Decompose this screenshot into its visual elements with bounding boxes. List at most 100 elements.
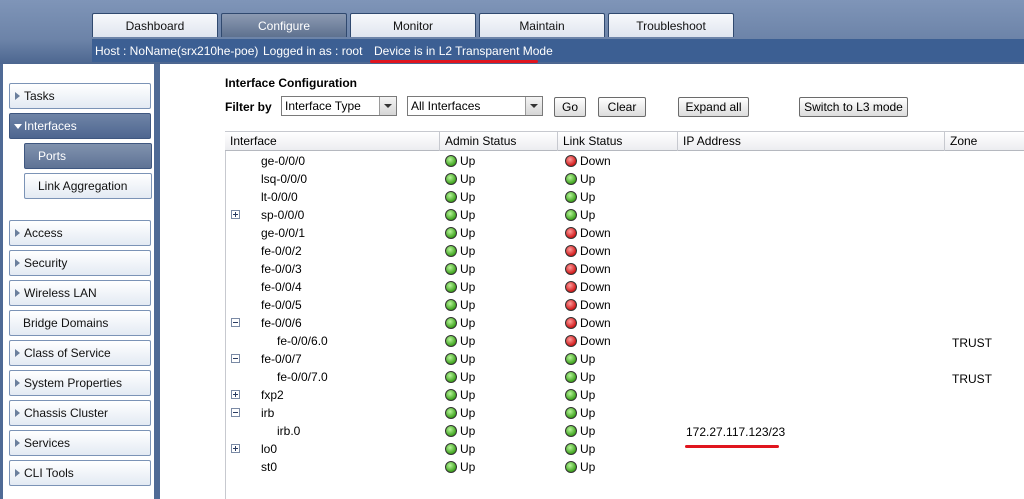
admin-status: Up [460,244,476,258]
interface-name[interactable]: fe-0/0/5 [261,298,302,312]
column-header-zone[interactable]: Zone [945,132,1024,151]
interface-name[interactable]: sp-0/0/0 [261,208,304,222]
link-status-down-icon [565,317,577,329]
sidebar-item-label: Access [24,226,63,240]
mode-highlight-underline [370,60,538,63]
link-status-up-icon [565,371,577,383]
column-header-ip-address[interactable]: IP Address [678,132,945,151]
column-header-admin-status[interactable]: Admin Status [440,132,558,151]
sidebar-item-label: Tasks [24,89,55,103]
interface-name[interactable]: lo0 [261,442,277,456]
link-status: Up [580,208,596,222]
interface-name[interactable]: irb.0 [277,424,300,438]
tab-troubleshoot[interactable]: Troubleshoot [608,13,734,37]
link-status-down-icon [565,281,577,293]
interface-name[interactable]: fxp2 [261,388,284,402]
page-title: Interface Configuration [225,76,358,90]
tab-maintain[interactable]: Maintain [479,13,605,37]
table-row[interactable]: irb.0 Up Up 172.27.117.123/23 [226,422,1024,440]
admin-status-up-icon [445,335,457,347]
admin-status: Up [460,460,476,474]
sidebar-subitem-link-aggregation[interactable]: Link Aggregation [24,173,152,199]
interface-name[interactable]: fe-0/0/7.0 [277,370,328,384]
table-row[interactable]: sp-0/0/0 Up Up [226,206,1024,224]
table-row[interactable]: fe-0/0/5 Up Down [226,296,1024,314]
sidebar-item-label: Wireless LAN [24,286,97,300]
interface-name[interactable]: ge-0/0/0 [261,154,305,168]
interface-name[interactable]: fe-0/0/6 [261,316,302,330]
table-row[interactable]: lo0 Up Up [226,440,1024,458]
sidebar-item-services[interactable]: Services [9,430,151,456]
table-row[interactable]: fe-0/0/2 Up Down [226,242,1024,260]
collapse-minus-icon[interactable] [231,354,240,363]
sidebar-item-security[interactable]: Security [9,250,151,276]
sidebar-item-tasks[interactable]: Tasks [9,83,151,109]
filter-value-select[interactable]: All Interfaces [407,96,543,116]
expand-plus-icon[interactable] [231,444,240,453]
sidebar-item-class-of-service[interactable]: Class of Service [9,340,151,366]
table-row[interactable]: fe-0/0/3 Up Down [226,260,1024,278]
collapse-minus-icon[interactable] [231,318,240,327]
sidebar-item-interfaces[interactable]: Interfaces [9,113,151,139]
table-row[interactable]: fe-0/0/6.0 Up Down TRUST [226,332,1024,350]
link-status-up-icon [565,407,577,419]
sidebar-item-bridge-domains[interactable]: Bridge Domains [9,310,151,336]
table-row[interactable]: ge-0/0/0 Up Down [226,152,1024,170]
admin-status-up-icon [445,317,457,329]
table-row[interactable]: fe-0/0/6 Up Down [226,314,1024,332]
admin-status: Up [460,424,476,438]
expand-plus-icon[interactable] [231,390,240,399]
interface-name[interactable]: ge-0/0/1 [261,226,305,240]
collapse-minus-icon[interactable] [231,408,240,417]
interface-name[interactable]: fe-0/0/6.0 [277,334,328,348]
expand-all-button[interactable]: Expand all [678,97,749,117]
interface-name[interactable]: irb [261,406,274,420]
sidebar-item-label: System Properties [24,376,123,390]
table-row[interactable]: ge-0/0/1 Up Down [226,224,1024,242]
tab-configure[interactable]: Configure [221,13,347,37]
expand-plus-icon[interactable] [231,210,240,219]
go-button[interactable]: Go [554,97,586,117]
column-header-interface[interactable]: Interface [225,132,440,151]
table-row[interactable]: lsq-0/0/0 Up Up [226,170,1024,188]
sidebar-item-cli-tools[interactable]: CLI Tools [9,460,151,486]
link-status-up-icon [565,425,577,437]
expand-arrow-icon [15,439,20,447]
table-row[interactable]: fxp2 Up Up [226,386,1024,404]
interface-name[interactable]: lsq-0/0/0 [261,172,307,186]
clear-button[interactable]: Clear [598,97,646,117]
switch-to-l3-button[interactable]: Switch to L3 mode [799,97,908,117]
table-row[interactable]: fe-0/0/4 Up Down [226,278,1024,296]
tab-monitor[interactable]: Monitor [350,13,476,37]
table-row[interactable]: fe-0/0/7 Up Up [226,350,1024,368]
dropdown-arrow-icon [379,97,396,115]
table-row[interactable]: fe-0/0/7.0 Up Up TRUST [226,368,1024,386]
sidebar-item-wireless-lan[interactable]: Wireless LAN [9,280,151,306]
interface-name[interactable]: lt-0/0/0 [261,190,298,204]
link-status-down-icon [565,263,577,275]
table-row[interactable]: irb Up Up [226,404,1024,422]
admin-status-up-icon [445,443,457,455]
interface-name[interactable]: fe-0/0/4 [261,280,302,294]
admin-status: Up [460,334,476,348]
column-header-link-status[interactable]: Link Status [558,132,678,151]
link-status-up-icon [565,353,577,365]
interface-name[interactable]: st0 [261,460,277,474]
admin-status-up-icon [445,371,457,383]
filter-type-value: Interface Type [285,99,361,113]
interface-name[interactable]: fe-0/0/7 [261,352,302,366]
filter-type-select[interactable]: Interface Type [281,96,397,116]
sidebar-item-system-properties[interactable]: System Properties [9,370,151,396]
interface-name[interactable]: fe-0/0/3 [261,262,302,276]
admin-status-up-icon [445,173,457,185]
sidebar-item-access[interactable]: Access [9,220,151,246]
ip-highlight-underline [685,445,779,448]
tab-dashboard[interactable]: Dashboard [92,13,218,37]
sidebar-item-label: CLI Tools [24,466,74,480]
sidebar-subitem-ports[interactable]: Ports [24,143,152,169]
table-row[interactable]: st0 Up Up [226,458,1024,476]
table-row[interactable]: lt-0/0/0 Up Up [226,188,1024,206]
interface-name[interactable]: fe-0/0/2 [261,244,302,258]
link-status: Down [580,334,611,348]
sidebar-item-chassis-cluster[interactable]: Chassis Cluster [9,400,151,426]
